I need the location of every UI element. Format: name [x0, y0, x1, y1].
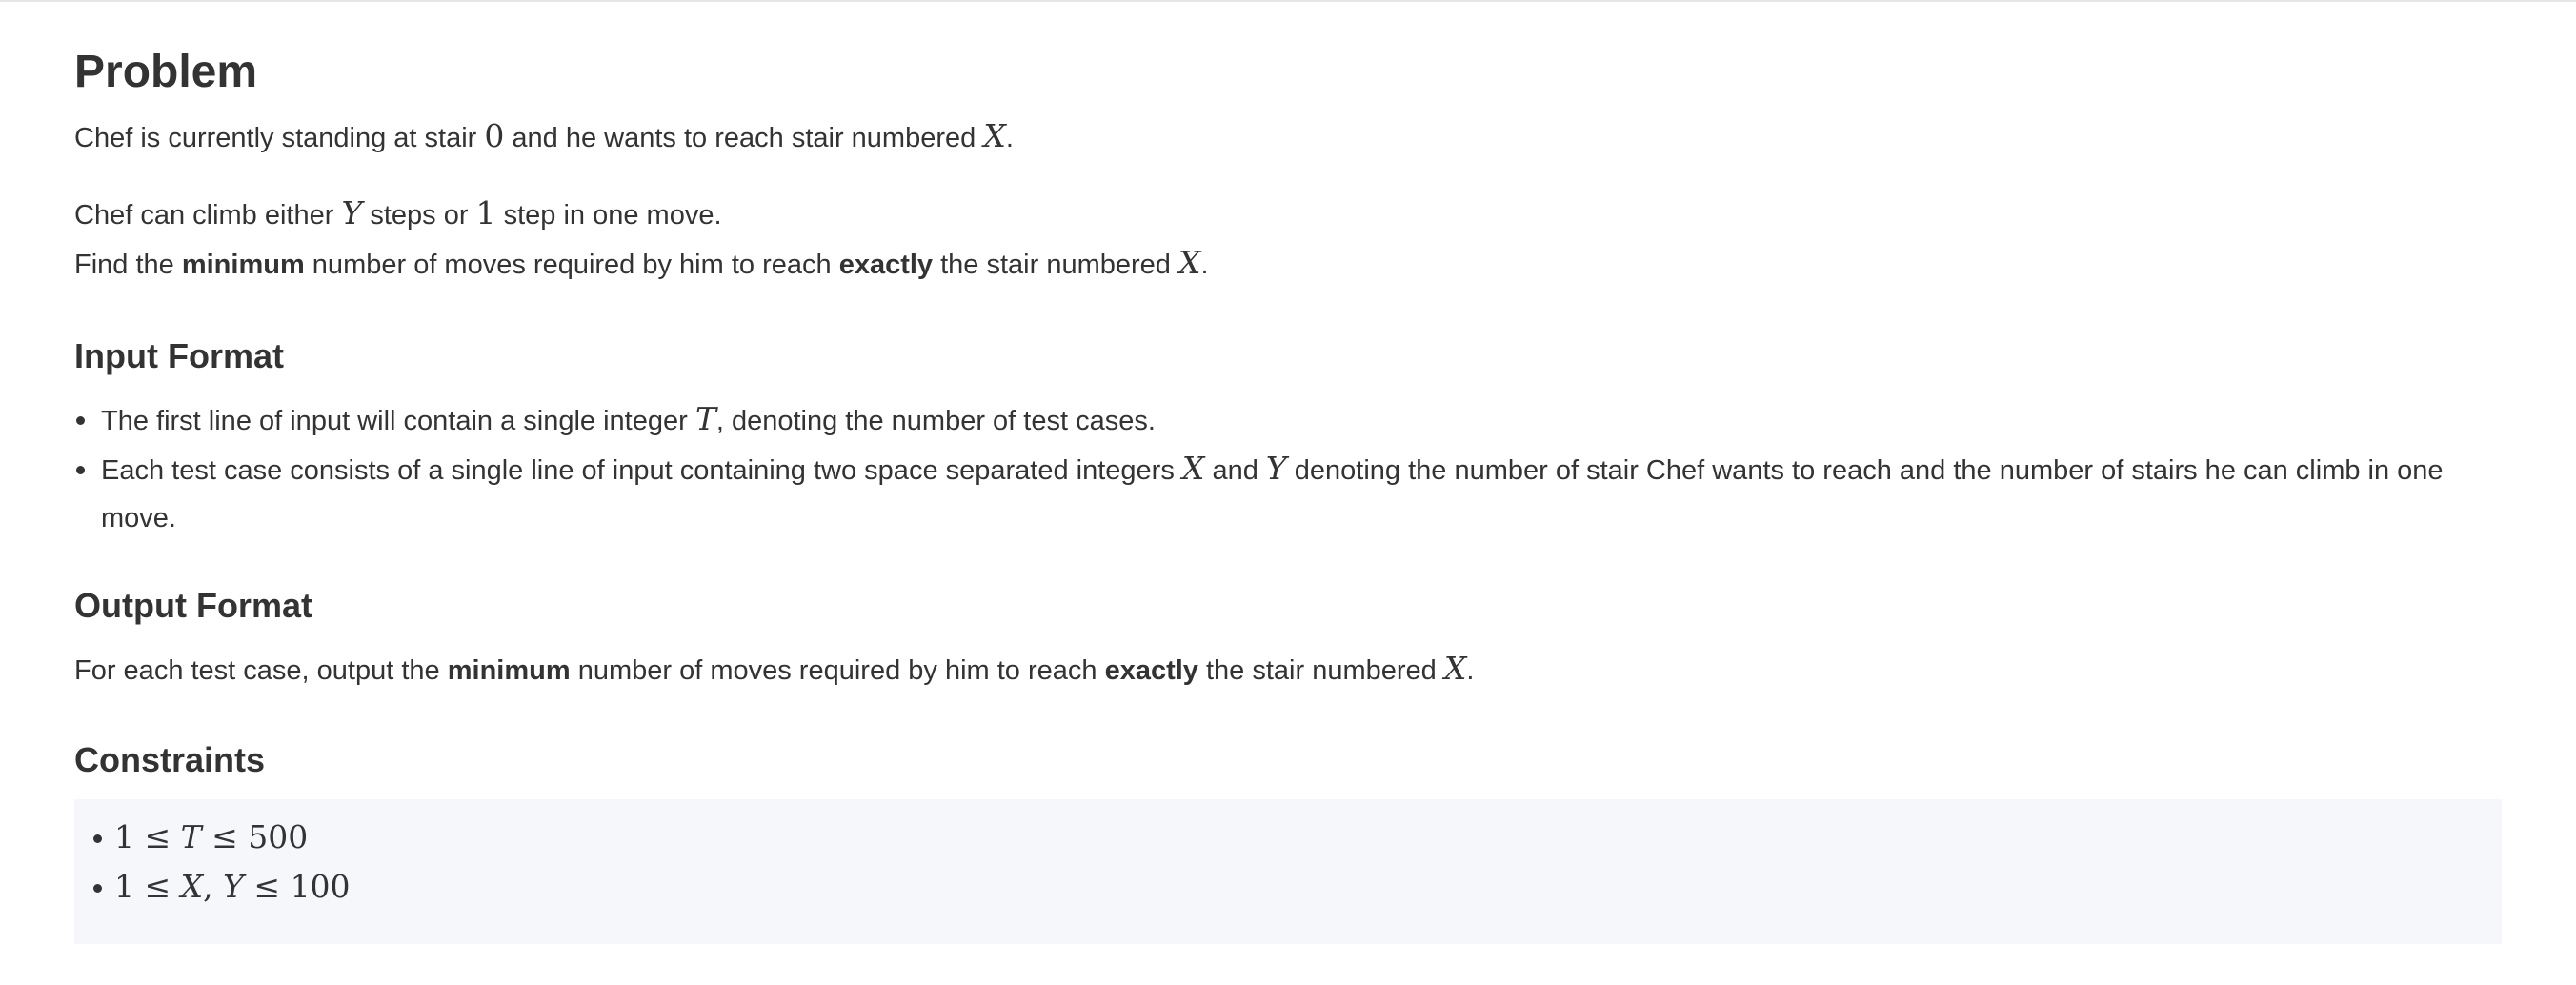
- constraints-list: 1 ≤ T ≤ 500 1 ≤ X, Y ≤ 100: [91, 813, 2502, 912]
- list-item: The first line of input will contain a s…: [76, 395, 2502, 445]
- math-x: X: [1181, 450, 1205, 487]
- problem-statement: Problem Chef is currently standing at st…: [74, 38, 2502, 944]
- emphasis-exactly: exactly: [838, 250, 934, 280]
- emphasis-minimum: minimum: [447, 655, 571, 686]
- problem-paragraph-3: Find the minimum number of moves require…: [74, 244, 1209, 281]
- constraint-item: 1 ≤ T ≤ 500: [93, 813, 2502, 862]
- problem-paragraph-1: Chef is currently standing at stair 0 an…: [74, 117, 1014, 154]
- constraints-heading: Constraints: [74, 740, 266, 779]
- math-x: X: [983, 117, 1006, 154]
- problem-paragraph-2: Chef can climb either Y steps or 1 step …: [74, 194, 722, 231]
- math-x: X: [1443, 650, 1467, 687]
- emphasis-exactly: exactly: [1104, 655, 1198, 686]
- math-y: Y: [1265, 450, 1287, 487]
- input-format-heading: Input Format: [74, 336, 284, 375]
- top-divider: [0, 0, 2576, 2]
- input-format-list: The first line of input will contain a s…: [74, 395, 2502, 542]
- math-t: T: [694, 400, 716, 437]
- math-zero: 0: [484, 117, 505, 154]
- math-one: 1: [475, 194, 496, 231]
- constraint-item: 1 ≤ X, Y ≤ 100: [93, 862, 2502, 912]
- math-x: X: [1177, 244, 1201, 281]
- output-format-text: For each test case, output the minimum n…: [74, 650, 1475, 687]
- emphasis-minimum: minimum: [181, 250, 305, 280]
- math-y: Y: [341, 194, 363, 231]
- constraints-box: 1 ≤ T ≤ 500 1 ≤ X, Y ≤ 100: [74, 799, 2502, 944]
- output-format-heading: Output Format: [74, 586, 312, 625]
- problem-title: Problem: [74, 47, 258, 97]
- list-item: Each test case consists of a single line…: [76, 445, 2502, 542]
